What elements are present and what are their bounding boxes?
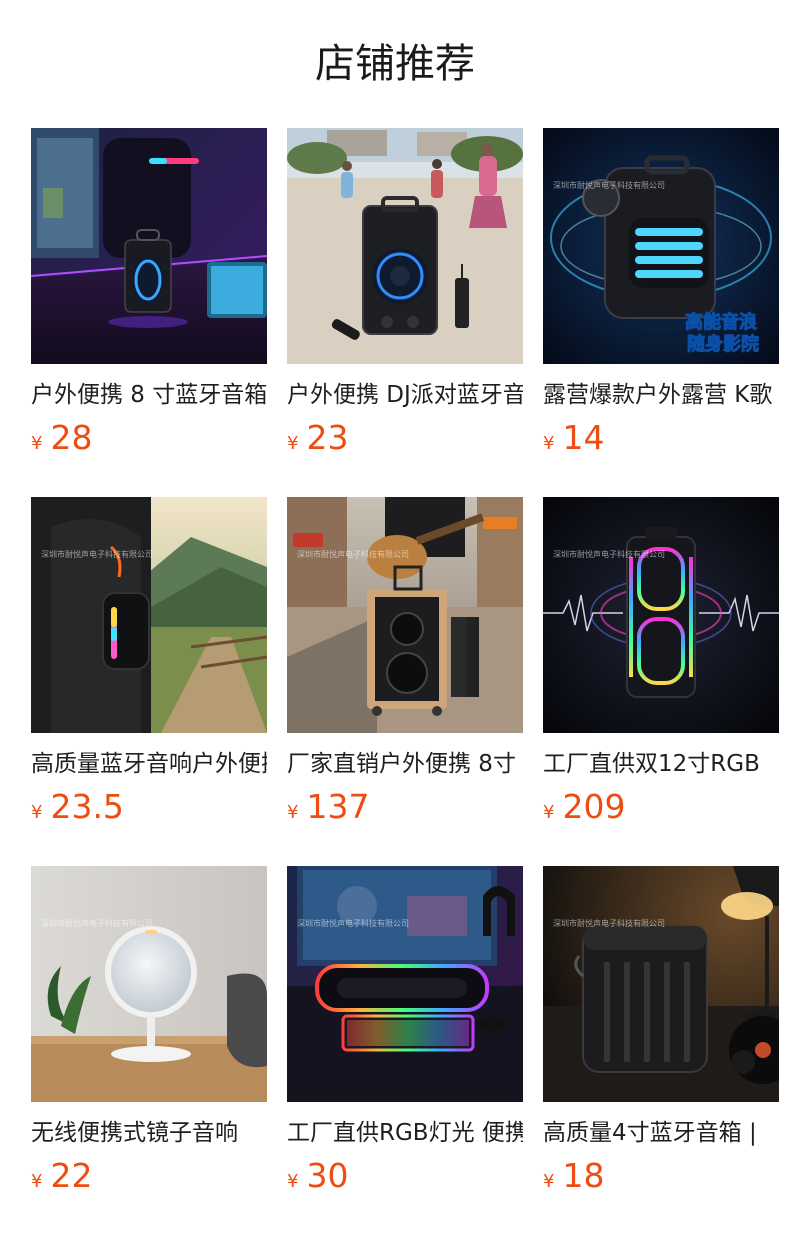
product-card[interactable]: 深圳市耐悦声电子科技有限公司 工厂直供双12寸RGB ¥209 <box>543 497 779 866</box>
product-price: ¥209 <box>543 787 779 827</box>
product-price: ¥137 <box>287 787 523 827</box>
product-image[interactable]: 深圳市耐悦声电子科技有限公司 <box>543 866 779 1102</box>
product-card[interactable]: 深圳市耐悦声电子科技有限公司 无线便携式镜子音响 ¥22 <box>31 866 267 1235</box>
watermark: 深圳市耐悦声电子科技有限公司 <box>553 181 665 190</box>
watermark: 深圳市耐悦声电子科技有限公司 <box>553 919 665 928</box>
product-price: ¥28 <box>31 418 267 458</box>
badge-line-2: 随身影院 <box>687 333 759 355</box>
currency-symbol: ¥ <box>31 1171 43 1192</box>
watermark: 深圳市耐悦声电子科技有限公司 <box>553 550 665 559</box>
product-name[interactable]: 户外便携 DJ派对蓝牙音箱 <box>287 378 523 412</box>
page-title: 店铺推荐 <box>315 41 475 87</box>
product-card[interactable]: 户外便携 8 寸蓝牙音箱 ¥28 <box>31 128 267 497</box>
price-amount: 30 <box>306 1156 349 1195</box>
product-image[interactable]: 高能音浪 随身影院 深圳市耐悦声电子科技有限公司 <box>543 128 779 364</box>
price-amount: 23 <box>306 418 349 457</box>
product-card[interactable]: 户外便携 DJ派对蓝牙音箱 ¥23 <box>287 128 523 497</box>
product-price: ¥18 <box>543 1156 779 1196</box>
product-price: ¥14 <box>543 418 779 458</box>
product-image[interactable]: 深圳市耐悦声电子科技有限公司 <box>287 866 523 1102</box>
price-amount: 23.5 <box>50 787 124 826</box>
currency-symbol: ¥ <box>543 433 555 454</box>
price-amount: 28 <box>50 418 93 457</box>
price-amount: 137 <box>306 787 370 826</box>
product-price: ¥23 <box>287 418 523 458</box>
watermark: 深圳市耐悦声电子科技有限公司 <box>297 550 409 559</box>
product-card[interactable]: 深圳市耐悦声电子科技有限公司 工厂直供RGB灯光 便携 ¥30 <box>287 866 523 1235</box>
watermark: 深圳市耐悦声电子科技有限公司 <box>41 550 153 559</box>
product-name[interactable]: 无线便携式镜子音响 <box>31 1116 267 1150</box>
product-image[interactable]: 深圳市耐悦声电子科技有限公司 <box>543 497 779 733</box>
price-amount: 22 <box>50 1156 93 1195</box>
watermark: 深圳市耐悦声电子科技有限公司 <box>41 919 153 928</box>
currency-symbol: ¥ <box>31 433 43 454</box>
product-name[interactable]: 户外便携 8 寸蓝牙音箱 <box>31 378 267 412</box>
currency-symbol: ¥ <box>287 1171 299 1192</box>
price-amount: 209 <box>562 787 626 826</box>
product-image[interactable]: 深圳市耐悦声电子科技有限公司 <box>31 866 267 1102</box>
badge-line-1: 高能音浪 <box>685 311 757 333</box>
product-image[interactable]: 深圳市耐悦声电子科技有限公司 <box>287 497 523 733</box>
product-card[interactable]: 深圳市耐悦声电子科技有限公司 高质量蓝牙音响户外便携 ¥23.5 <box>31 497 267 866</box>
product-price: ¥23.5 <box>31 787 267 827</box>
product-name[interactable]: 露营爆款户外露营 K歌 <box>543 378 779 412</box>
product-name[interactable]: 工厂直供RGB灯光 便携 <box>287 1116 523 1150</box>
product-name[interactable]: 厂家直销户外便携 8寸 <box>287 747 523 781</box>
product-image[interactable] <box>31 128 267 364</box>
product-name[interactable]: 工厂直供双12寸RGB <box>543 747 779 781</box>
price-amount: 18 <box>562 1156 605 1195</box>
product-card[interactable]: 高能音浪 随身影院 深圳市耐悦声电子科技有限公司 露营爆款户外露营 K歌 ¥14 <box>543 128 779 497</box>
currency-symbol: ¥ <box>31 802 43 823</box>
product-price: ¥22 <box>31 1156 267 1196</box>
product-grid: 户外便携 8 寸蓝牙音箱 ¥28 户外便携 DJ派对蓝牙音箱 ¥ 23 高能音浪… <box>31 128 779 1235</box>
product-price: ¥30 <box>287 1156 523 1196</box>
currency-symbol: ¥ <box>543 1171 555 1192</box>
product-card[interactable]: 深圳市耐悦声电子科技有限公司 厂家直销户外便携 8寸 ¥137 <box>287 497 523 866</box>
currency-symbol: ¥ <box>543 802 555 823</box>
price-amount: 14 <box>562 418 605 457</box>
product-name[interactable]: 高质量蓝牙音响户外便携 <box>31 747 267 781</box>
product-card[interactable]: 深圳市耐悦声电子科技有限公司 高质量4寸蓝牙音箱 | ¥18 <box>543 866 779 1235</box>
product-name[interactable]: 高质量4寸蓝牙音箱 | <box>543 1116 779 1150</box>
currency-symbol: ¥ <box>287 802 299 823</box>
currency-symbol: ¥ <box>287 433 299 454</box>
product-image[interactable]: 深圳市耐悦声电子科技有限公司 <box>31 497 267 733</box>
product-image[interactable] <box>287 128 523 364</box>
watermark: 深圳市耐悦声电子科技有限公司 <box>297 919 409 928</box>
